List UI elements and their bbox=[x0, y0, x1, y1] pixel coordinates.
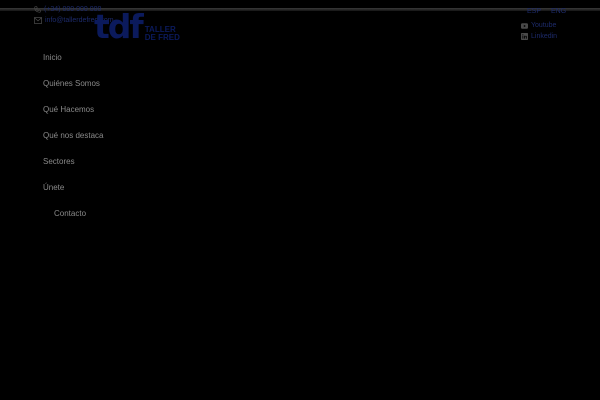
language-switcher: ESP ENG bbox=[527, 8, 574, 15]
phone-icon bbox=[34, 6, 41, 13]
linkedin-icon bbox=[521, 33, 528, 40]
main-nav: Inicio Quiénes Somos Qué Hacemos Qué nos… bbox=[43, 52, 103, 234]
language-option-esp[interactable]: ESP bbox=[527, 8, 541, 15]
nav-item-unete[interactable]: Únete bbox=[43, 182, 103, 208]
social-links: Youtube Linkedin bbox=[521, 20, 557, 42]
page: (+34) 000 000 000 info@tallerdefred.com … bbox=[0, 0, 600, 400]
language-option-eng[interactable]: ENG bbox=[551, 8, 566, 15]
nav-item-que-hacemos[interactable]: Qué Hacemos bbox=[43, 104, 103, 130]
site-logo[interactable]: tdf TALLER DE FRED bbox=[94, 10, 180, 43]
nav-item-inicio[interactable]: Inicio bbox=[43, 52, 103, 78]
envelope-icon bbox=[34, 17, 42, 24]
logo-tagline: TALLER DE FRED bbox=[144, 25, 180, 42]
social-link-label: Linkedin bbox=[531, 33, 558, 40]
nav-item-quienes-somos[interactable]: Quiénes Somos bbox=[43, 78, 103, 104]
youtube-icon bbox=[521, 22, 528, 29]
logo-mark: tdf bbox=[94, 7, 144, 46]
nav-item-contacto[interactable]: Contacto bbox=[43, 208, 103, 234]
nav-item-sectores[interactable]: Sectores bbox=[43, 156, 103, 182]
social-link-linkedin[interactable]: Linkedin bbox=[521, 31, 557, 42]
social-link-youtube[interactable]: Youtube bbox=[521, 20, 557, 31]
nav-item-que-nos-destaca[interactable]: Qué nos destaca bbox=[43, 130, 103, 156]
phone-text: (+34) 000 000 000 bbox=[44, 6, 102, 13]
social-link-label: Youtube bbox=[531, 22, 557, 29]
